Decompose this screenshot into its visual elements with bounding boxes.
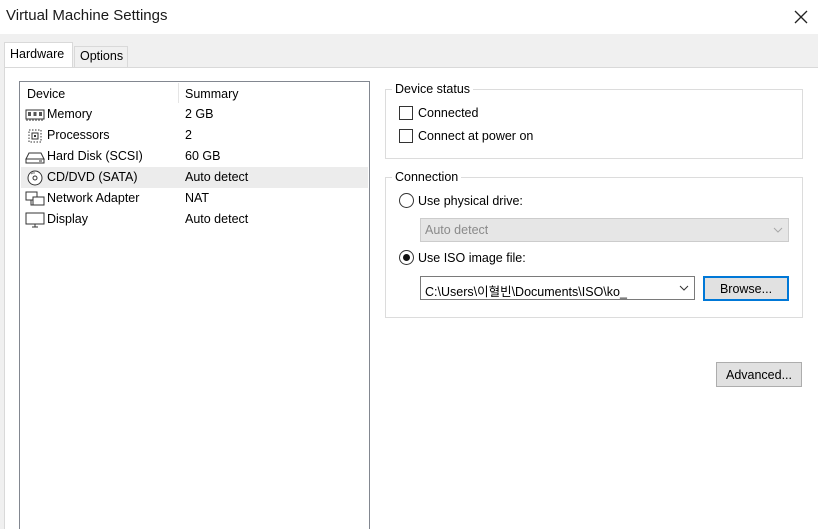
physical-drive-select: Auto detect: [420, 218, 789, 242]
device-row-hard-disk[interactable]: Hard Disk (SCSI) 60 GB: [21, 146, 368, 167]
tab-options[interactable]: Options: [74, 46, 128, 67]
browse-button[interactable]: Browse...: [703, 276, 789, 301]
device-row-display[interactable]: Display Auto detect: [21, 209, 368, 230]
device-name: Processors: [47, 128, 110, 142]
hardware-panel: Device Summary Memory 2 GB Processors 2 …: [4, 67, 818, 529]
connected-checkbox[interactable]: [399, 106, 413, 120]
cd-dvd-icon: [27, 170, 43, 186]
device-summary: 2 GB: [185, 107, 214, 121]
device-row-network-adapter[interactable]: Network Adapter NAT: [21, 188, 368, 209]
connect-at-power-on-checkbox[interactable]: [399, 129, 413, 143]
device-summary: 60 GB: [185, 149, 221, 163]
device-list[interactable]: Device Summary Memory 2 GB Processors 2 …: [19, 81, 370, 529]
device-name: Network Adapter: [47, 191, 140, 205]
device-status-group: Device status Connected Connect at power…: [385, 82, 803, 159]
device-name: Hard Disk (SCSI): [47, 149, 143, 163]
device-row-cd-dvd[interactable]: CD/DVD (SATA) Auto detect: [21, 167, 368, 188]
connection-legend: Connection: [392, 170, 462, 184]
network-adapter-icon: [25, 191, 45, 206]
close-button[interactable]: [784, 0, 818, 34]
connect-at-power-on-label[interactable]: Connect at power on: [418, 129, 533, 143]
iso-path-value[interactable]: C:\Users\이혈빈\Documents\ISO\ko_: [425, 281, 673, 300]
device-name: Memory: [47, 107, 93, 121]
use-physical-drive-radio[interactable]: [399, 193, 414, 208]
iso-path-combobox[interactable]: C:\Users\이혈빈\Documents\ISO\ko_: [420, 276, 695, 300]
column-header-summary[interactable]: Summary: [185, 87, 238, 101]
title-bar: Virtual Machine Settings: [0, 0, 818, 34]
device-row-processors[interactable]: Processors 2: [21, 125, 368, 146]
dialog-body: Hardware Options Device Summary Memory 2…: [0, 34, 818, 529]
device-list-header: Device Summary: [20, 82, 369, 104]
device-summary: Auto detect: [185, 212, 249, 226]
device-summary: NAT: [185, 191, 210, 205]
chevron-down-icon[interactable]: [679, 283, 689, 293]
connected-label[interactable]: Connected: [418, 106, 478, 120]
use-physical-drive-label[interactable]: Use physical drive:: [418, 194, 523, 208]
chevron-down-icon: [773, 227, 783, 233]
device-summary: Auto detect: [185, 170, 249, 184]
advanced-button[interactable]: Advanced...: [716, 362, 802, 387]
use-iso-image-label[interactable]: Use ISO image file:: [418, 251, 526, 265]
close-icon: [794, 10, 808, 24]
device-name: CD/DVD (SATA): [47, 170, 138, 184]
memory-icon: [25, 109, 45, 121]
device-status-legend: Device status: [392, 82, 474, 96]
column-divider[interactable]: [178, 83, 179, 103]
window-title: Virtual Machine Settings: [6, 7, 168, 24]
column-header-device[interactable]: Device: [27, 87, 65, 101]
hard-disk-icon: [25, 152, 45, 164]
connection-group: Connection Use physical drive: Auto dete…: [385, 170, 803, 318]
device-summary: 2: [185, 128, 192, 142]
device-row-memory[interactable]: Memory 2 GB: [21, 104, 368, 125]
tab-hardware[interactable]: Hardware: [4, 42, 73, 67]
physical-drive-value: Auto detect: [425, 223, 489, 237]
display-icon: [25, 212, 45, 228]
processor-icon: [28, 129, 42, 143]
use-iso-image-radio[interactable]: [399, 250, 414, 265]
device-name: Display: [47, 212, 88, 226]
